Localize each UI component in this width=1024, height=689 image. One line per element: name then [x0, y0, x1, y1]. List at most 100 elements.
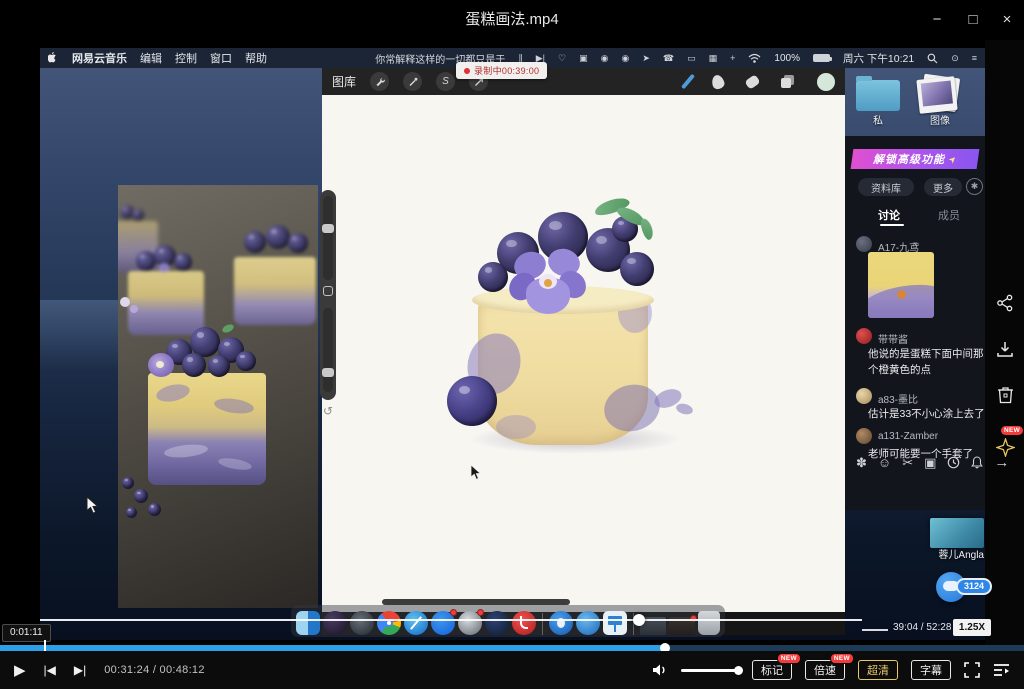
- playback-speed-badge[interactable]: 1.25X: [953, 619, 991, 636]
- plus-icon[interactable]: +: [730, 53, 735, 63]
- dock-separator: [542, 613, 543, 635]
- eraser-tool-icon[interactable]: [744, 74, 760, 90]
- share-icon[interactable]: [994, 294, 1016, 312]
- streamer-video-thumbnail[interactable]: [930, 518, 984, 548]
- inner-volume-slider[interactable]: [862, 629, 888, 631]
- gear-icon[interactable]: ✱: [966, 178, 983, 195]
- fullscreen-icon[interactable]: [964, 662, 980, 678]
- display-icon[interactable]: ▭: [687, 53, 696, 64]
- inner-progress-knob[interactable]: [633, 614, 645, 626]
- dock-safari-icon[interactable]: [404, 611, 428, 635]
- dock-trash-icon[interactable]: [698, 611, 720, 635]
- play-button[interactable]: ▶: [14, 661, 26, 679]
- previous-button[interactable]: |◀: [44, 663, 56, 677]
- smudge-tool-icon[interactable]: [710, 73, 725, 90]
- volume-icon[interactable]: [652, 663, 668, 677]
- message-image-attachment[interactable]: [868, 252, 934, 318]
- next-button[interactable]: ▶|: [74, 663, 86, 677]
- menubar-clock[interactable]: 周六 下午10:21: [843, 51, 914, 66]
- playlist-icon[interactable]: [993, 663, 1010, 677]
- send-icon[interactable]: ➤: [642, 53, 650, 64]
- layers-icon[interactable]: [781, 75, 795, 89]
- selection-tool-icon[interactable]: S: [436, 72, 455, 91]
- chapter-marker[interactable]: [44, 640, 46, 651]
- dock-sphere-icon[interactable]: [323, 611, 347, 635]
- dock-dark-app-icon[interactable]: [485, 611, 509, 635]
- screenshot-scissors-icon[interactable]: ✂: [902, 455, 913, 471]
- dock-keynote-icon[interactable]: [603, 611, 627, 635]
- dock-settings-icon[interactable]: [458, 611, 482, 635]
- pin-new-badge: NEW: [1001, 426, 1023, 435]
- adjustments-wand-icon[interactable]: [403, 72, 422, 91]
- download-icon[interactable]: [994, 341, 1016, 359]
- box-icon[interactable]: ▣: [579, 53, 588, 64]
- speed-button[interactable]: 倍速 NEW: [805, 660, 845, 680]
- undo-icon[interactable]: ↺: [320, 404, 336, 418]
- volume-knob[interactable]: [734, 666, 743, 675]
- avatar[interactable]: [856, 428, 872, 444]
- mark-button[interactable]: 标记 NEW: [752, 660, 792, 680]
- maximize-icon[interactable]: □: [958, 0, 988, 40]
- modify-button[interactable]: [323, 286, 333, 296]
- tab-discussion[interactable]: 讨论: [878, 207, 900, 223]
- inner-video-progress[interactable]: [40, 619, 862, 621]
- dock-finder-icon[interactable]: [296, 611, 320, 635]
- status-dot-icon[interactable]: ◉: [601, 53, 609, 64]
- quality-button[interactable]: 超清: [858, 660, 898, 680]
- brush-size-handle[interactable]: [322, 224, 334, 233]
- mark-new-badge: NEW: [777, 653, 801, 664]
- volume-slider[interactable]: [681, 669, 739, 672]
- apple-menu-icon[interactable]: [48, 52, 59, 65]
- heart-icon[interactable]: ♡: [558, 53, 566, 64]
- video-player-window: 蛋糕画法.mp4 − □ × 网易云音乐 编辑 控制 窗口 帮助 你常解释这样的…: [0, 0, 1024, 689]
- menu-window[interactable]: 窗口: [210, 50, 232, 66]
- avatar[interactable]: [856, 388, 872, 404]
- opacity-slider[interactable]: [323, 308, 333, 392]
- more-button[interactable]: 更多: [924, 178, 962, 196]
- dock-netease-music-icon[interactable]: [512, 611, 536, 635]
- subtitle-button[interactable]: 字幕: [911, 660, 951, 680]
- control-center-icon[interactable]: ⊙: [951, 53, 959, 64]
- reference-white-flower: [120, 297, 130, 307]
- sticker-flower-icon[interactable]: ✽: [856, 455, 867, 471]
- library-button[interactable]: 资料库: [858, 178, 914, 196]
- minimize-icon[interactable]: −: [922, 0, 952, 40]
- avatar[interactable]: [856, 328, 872, 344]
- dock-chrome-icon[interactable]: [377, 611, 401, 635]
- search-icon[interactable]: [927, 53, 938, 64]
- wifi-icon[interactable]: [748, 53, 761, 63]
- status-dot2-icon[interactable]: ◉: [621, 53, 629, 64]
- menu-help[interactable]: 帮助: [245, 50, 267, 66]
- pin-star-icon[interactable]: [994, 438, 1016, 457]
- menu-control[interactable]: 控制: [175, 50, 197, 66]
- notification-bell-icon[interactable]: [971, 456, 983, 469]
- close-icon[interactable]: ×: [992, 0, 1022, 40]
- tab-members[interactable]: 成员: [938, 207, 960, 223]
- unlock-banner[interactable]: 解锁高级功能 ➤: [851, 149, 980, 169]
- recording-time: 录制中00:39:00: [474, 64, 539, 77]
- avatar[interactable]: [856, 236, 872, 252]
- menu-app-name[interactable]: 网易云音乐: [72, 50, 127, 66]
- trash-icon[interactable]: [994, 385, 1016, 404]
- message-author: 带带酱: [878, 331, 908, 346]
- image-upload-icon[interactable]: ▣: [924, 455, 936, 471]
- history-clock-icon[interactable]: [947, 456, 960, 469]
- list-menu-icon[interactable]: ≡: [972, 53, 977, 63]
- dock-browser-sphere-icon[interactable]: [576, 611, 600, 635]
- dock-qq-icon[interactable]: [549, 611, 573, 635]
- subtitle-button-label: 字幕: [920, 665, 942, 677]
- emoji-icon[interactable]: ☺: [878, 455, 891, 470]
- color-swatch[interactable]: [817, 73, 835, 91]
- opacity-handle[interactable]: [322, 368, 334, 377]
- dock-appstore-icon[interactable]: [431, 611, 455, 635]
- folder-icon[interactable]: [856, 80, 900, 111]
- brush-size-slider[interactable]: [323, 196, 333, 280]
- phone-icon[interactable]: ☎: [663, 53, 674, 64]
- images-stack-icon[interactable]: [918, 74, 962, 114]
- grid-icon[interactable]: ▦: [709, 53, 718, 64]
- dock-launchpad-icon[interactable]: [350, 611, 374, 635]
- gallery-button[interactable]: 图库: [332, 73, 356, 90]
- actions-wrench-icon[interactable]: [370, 72, 389, 91]
- brush-tool-icon[interactable]: [681, 74, 695, 90]
- menu-edit[interactable]: 编辑: [140, 50, 162, 66]
